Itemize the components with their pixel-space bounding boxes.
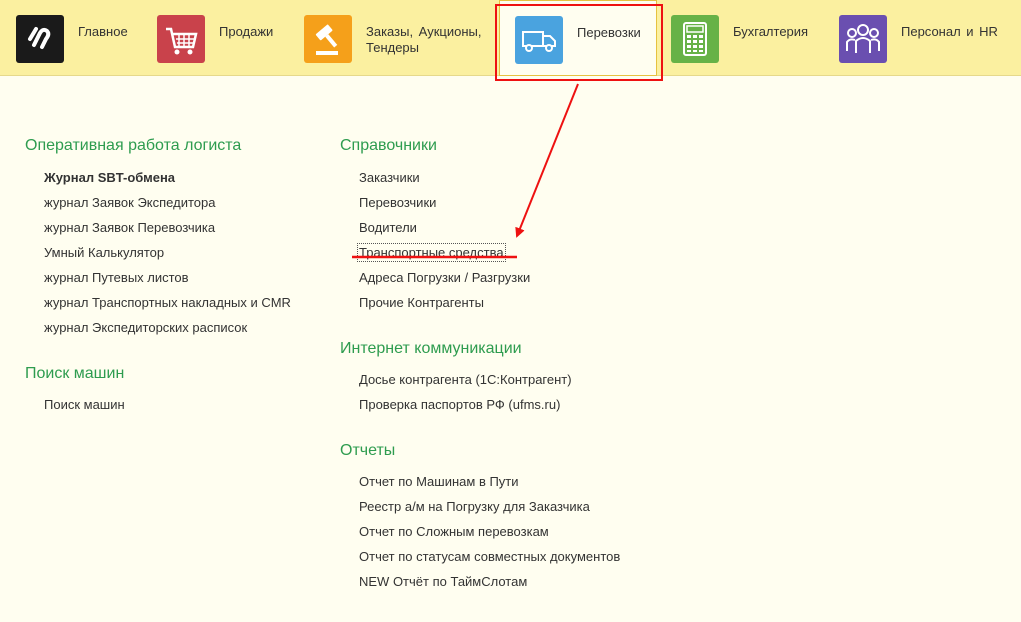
section-label: Продажи bbox=[219, 24, 274, 39]
link-consignment-cmr[interactable]: журнал Транспортных накладных и CMR bbox=[44, 295, 291, 310]
section-orders[interactable]: Заказы, Аукционы, Тендеры bbox=[290, 0, 490, 76]
link-report-complex-transport[interactable]: Отчет по Сложным перевозкам bbox=[359, 524, 549, 539]
cart-icon bbox=[157, 15, 205, 63]
section-hr[interactable]: Персонал и HR bbox=[830, 0, 1021, 76]
group-title-reports: Отчеты bbox=[340, 442, 396, 459]
link-sbt-exchange[interactable]: Журнал SBT-обмена bbox=[44, 170, 175, 185]
group-title-logist: Оперативная работа логиста bbox=[25, 137, 242, 154]
section-label: Бухгалтерия bbox=[733, 24, 809, 39]
link-addresses[interactable]: Адреса Погрузки / Разгрузки bbox=[359, 270, 530, 285]
calculator-icon bbox=[671, 15, 719, 63]
section-main[interactable]: Главное bbox=[0, 0, 145, 76]
people-icon bbox=[839, 15, 887, 63]
link-smart-calculator[interactable]: Умный Калькулятор bbox=[44, 245, 164, 260]
link-customers[interactable]: Заказчики bbox=[359, 170, 420, 185]
gavel-icon bbox=[304, 15, 352, 63]
section-transport[interactable]: Перевозки bbox=[499, 0, 657, 76]
section-label: Главное bbox=[78, 24, 128, 39]
link-other-counterparties[interactable]: Прочие Контрагенты bbox=[359, 295, 484, 310]
link-carriers[interactable]: Перевозчики bbox=[359, 195, 436, 210]
group-title-refs: Справочники bbox=[340, 137, 437, 154]
link-vehicles[interactable]: Транспортные средства bbox=[357, 243, 506, 262]
group-title-internet: Интернет коммуникации bbox=[340, 340, 522, 357]
section-label: Заказы, Аукционы, Тендеры bbox=[366, 24, 482, 55]
link-counterparty-dossier[interactable]: Досье контрагента (1С:Контрагент) bbox=[359, 372, 572, 387]
section-label: Персонал и HR bbox=[901, 24, 998, 39]
section-accounting[interactable]: Бухгалтерия bbox=[660, 0, 830, 76]
annotation-arrow bbox=[515, 83, 579, 238]
group-title-search: Поиск машин bbox=[25, 365, 125, 382]
link-report-timeslots[interactable]: NEW Отчёт по ТаймСлотам bbox=[359, 574, 527, 589]
sections-panel: Главное Продажи Заказы, Аукционы, Тендер… bbox=[0, 0, 1021, 76]
link-report-document-status[interactable]: Отчет по статусам совместных документов bbox=[359, 549, 620, 564]
link-waybills[interactable]: журнал Путевых листов bbox=[44, 270, 189, 285]
link-report-vehicles-in-transit[interactable]: Отчет по Машинам в Пути bbox=[359, 474, 519, 489]
link-passport-check[interactable]: Проверка паспортов РФ (ufms.ru) bbox=[359, 397, 560, 412]
section-label: Перевозки bbox=[577, 25, 641, 40]
link-carrier-orders[interactable]: журнал Заявок Перевозчика bbox=[44, 220, 215, 235]
link-forwarder-receipts[interactable]: журнал Экспедиторских расписок bbox=[44, 320, 247, 335]
link-drivers[interactable]: Водители bbox=[359, 220, 417, 235]
link-loading-register[interactable]: Реестр а/м на Погрузку для Заказчика bbox=[359, 499, 590, 514]
link-forwarder-orders[interactable]: журнал Заявок Экспедитора bbox=[44, 195, 215, 210]
logo-icon bbox=[16, 15, 64, 63]
link-search-vehicles[interactable]: Поиск машин bbox=[44, 397, 125, 412]
truck-icon bbox=[515, 16, 563, 64]
section-sales[interactable]: Продажи bbox=[145, 0, 290, 76]
